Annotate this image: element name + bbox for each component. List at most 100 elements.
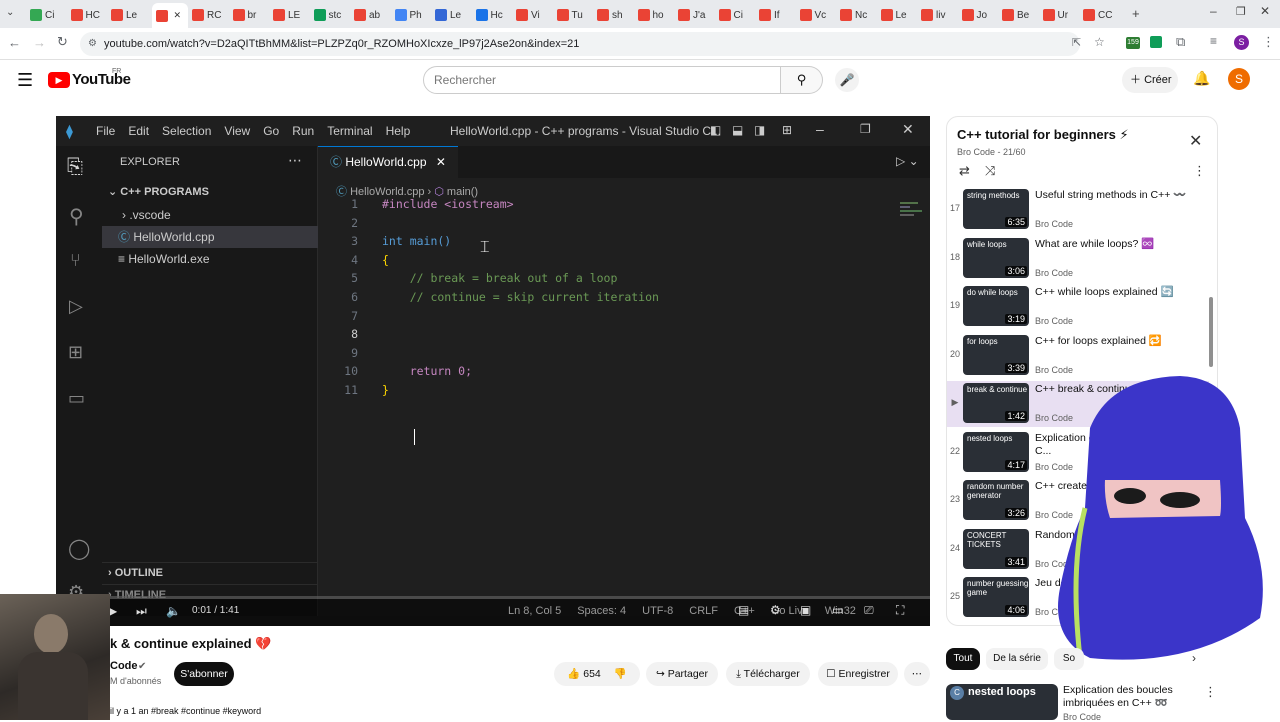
file-item[interactable]: › .vscode bbox=[102, 204, 318, 226]
browser-tab[interactable]: Le bbox=[435, 5, 473, 25]
recommended-title[interactable]: Explication des boucles imbriquées en C+… bbox=[1063, 684, 1203, 710]
browser-tab[interactable]: Ur bbox=[1042, 5, 1081, 25]
playlist-item[interactable]: 17 string methods 6:35 Useful string method… bbox=[947, 187, 1209, 233]
file-item[interactable]: ≡ HelloWorld.exe bbox=[102, 248, 318, 270]
browser-tab[interactable]: CC bbox=[1083, 5, 1121, 25]
status-item[interactable]: Spaces: 4 bbox=[577, 605, 626, 617]
source-control-icon[interactable]: ⑂ bbox=[70, 250, 81, 271]
volume-icon[interactable]: 🔈 bbox=[166, 604, 181, 618]
tab-search-icon[interactable]: ⌄ bbox=[6, 7, 14, 18]
chip-series[interactable]: De la série bbox=[986, 648, 1048, 670]
search-input[interactable]: Rechercher bbox=[423, 66, 781, 94]
download-button[interactable]: ⤓ Télécharger bbox=[726, 662, 810, 686]
media-control-icon[interactable]: ≡ bbox=[1210, 34, 1217, 48]
next-icon[interactable]: ⏭ bbox=[136, 604, 147, 619]
browser-tab[interactable]: Le bbox=[880, 5, 919, 25]
customize-layout-icon[interactable]: ⊞ bbox=[782, 123, 792, 137]
recommended-channel[interactable]: Bro Code bbox=[1063, 712, 1101, 722]
accounts-icon[interactable]: ◯ bbox=[68, 536, 90, 561]
vscode-menu-item[interactable]: Run bbox=[292, 124, 314, 138]
close-tab-icon[interactable]: ✕ bbox=[436, 155, 446, 169]
like-button[interactable]: 👍 654 bbox=[567, 668, 601, 680]
extensions-puzzle-icon[interactable]: ⧉ bbox=[1176, 34, 1185, 50]
browser-tab[interactable]: Vi bbox=[516, 5, 554, 25]
vscode-menu-item[interactable]: File bbox=[96, 124, 115, 138]
site-info-icon[interactable]: ⚙ bbox=[88, 32, 97, 56]
run-debug-icon[interactable]: ▷ bbox=[69, 296, 83, 317]
status-item[interactable]: CRLF bbox=[689, 605, 718, 617]
profile-avatar[interactable]: S bbox=[1234, 35, 1249, 50]
theater-mode-icon[interactable]: ▭ bbox=[832, 603, 843, 617]
browser-tab[interactable]: LE bbox=[273, 5, 311, 25]
video-player[interactable]: ⧫ File Edit Selection View Go Run Terminal Help… bbox=[56, 116, 930, 626]
search-button[interactable]: ⚲ bbox=[781, 66, 823, 94]
cast-icon[interactable]: ⎚ bbox=[864, 603, 874, 618]
shuffle-icon[interactable]: ⤨ bbox=[985, 163, 995, 179]
browser-tab[interactable]: Vc bbox=[799, 5, 838, 25]
browser-menu-icon[interactable]: ⋮ bbox=[1262, 34, 1275, 50]
explorer-files-icon[interactable]: ⎘ bbox=[67, 156, 83, 179]
close-playlist-icon[interactable]: ✕ bbox=[1189, 131, 1202, 151]
file-item-selected[interactable]: Ⓒ HelloWorld.cpp bbox=[102, 226, 318, 248]
browser-tab[interactable]: Ph bbox=[394, 5, 433, 25]
vscode-menu-item[interactable]: Help bbox=[386, 124, 411, 138]
recommended-more-icon[interactable]: ⋮ bbox=[1204, 684, 1217, 700]
vscode-menu-item[interactable]: View bbox=[224, 124, 250, 138]
outline-section[interactable]: › OUTLINE bbox=[102, 562, 318, 582]
browser-tab[interactable]: Be bbox=[1002, 5, 1040, 25]
bookmark-star-icon[interactable]: ☆ bbox=[1094, 35, 1105, 49]
miniplayer-icon[interactable]: ▣ bbox=[800, 603, 811, 617]
fullscreen-icon[interactable]: ⛶ bbox=[896, 603, 904, 618]
chips-next-icon[interactable]: › bbox=[1192, 651, 1196, 665]
vscode-menu-item[interactable]: Edit bbox=[128, 124, 149, 138]
vscode-menu-item[interactable]: Go bbox=[263, 124, 279, 138]
remote-explorer-icon[interactable]: ▭ bbox=[68, 388, 85, 409]
create-button[interactable]: ＋ Créer bbox=[1122, 67, 1178, 93]
status-item[interactable]: Ln 8, Col 5 bbox=[508, 605, 561, 617]
subtitles-icon[interactable]: ▤ bbox=[738, 603, 749, 617]
project-folder[interactable]: ⌄ C++ PROGRAMS bbox=[102, 182, 318, 202]
maximize-icon[interactable]: ❐ bbox=[1236, 5, 1246, 18]
close-tab-icon[interactable]: ✕ bbox=[174, 10, 182, 21]
progress-bar[interactable] bbox=[56, 596, 930, 599]
toggle-sidebar-icon[interactable]: ◧ bbox=[710, 123, 721, 137]
new-tab-button[interactable]: + bbox=[1132, 6, 1140, 21]
playlist-title[interactable]: C++ tutorial for beginners ⚡ bbox=[957, 127, 1129, 143]
editor-tab[interactable]: Ⓒ HelloWorld.cpp ✕ bbox=[318, 146, 458, 178]
run-code-icon[interactable]: ▷ ⌄ bbox=[896, 154, 919, 168]
install-icon[interactable]: ⇱ bbox=[1072, 36, 1081, 49]
explorer-more-icon[interactable]: ⋯ bbox=[288, 152, 302, 169]
share-button[interactable]: ↪ Partager bbox=[646, 662, 718, 686]
account-avatar[interactable]: S bbox=[1228, 68, 1250, 90]
more-actions-button[interactable]: ⋯ bbox=[904, 662, 930, 686]
settings-gear-icon[interactable]: ⚙ bbox=[770, 603, 781, 617]
back-icon[interactable]: ← bbox=[8, 35, 21, 50]
playlist-more-icon[interactable]: ⋮ bbox=[1193, 163, 1206, 179]
browser-tab[interactable]: Ci bbox=[30, 5, 68, 25]
vscode-menu-item[interactable]: Selection bbox=[162, 124, 211, 138]
vscode-menu-item[interactable]: Terminal bbox=[327, 124, 372, 138]
dislike-button[interactable]: 👎 bbox=[614, 668, 627, 680]
extension-icon[interactable] bbox=[1150, 36, 1162, 48]
search-icon[interactable]: ⚲ bbox=[69, 204, 84, 229]
toggle-secondary-sidebar-icon[interactable]: ◨ bbox=[754, 123, 765, 137]
vscode-restore-icon[interactable]: ❐ bbox=[860, 122, 871, 136]
browser-tab[interactable]: stc bbox=[313, 5, 352, 25]
browser-tab[interactable]: Jo bbox=[961, 5, 1000, 25]
loop-icon[interactable]: ⇄ bbox=[959, 163, 970, 179]
chip-other[interactable]: So bbox=[1054, 648, 1084, 670]
browser-tab[interactable]: Ci bbox=[718, 5, 757, 25]
extension-badge[interactable]: 159 bbox=[1126, 37, 1140, 49]
playlist-scrollbar[interactable] bbox=[1209, 297, 1213, 367]
browser-tab[interactable]: ✕ bbox=[151, 3, 188, 28]
browser-tab[interactable]: HC bbox=[70, 5, 109, 25]
vscode-minimize-icon[interactable]: – bbox=[816, 121, 824, 137]
forward-icon[interactable]: → bbox=[33, 35, 46, 50]
url-field[interactable]: ⚙ youtube.com/watch?v=D2aQITtBhMM&list=P… bbox=[80, 32, 1080, 56]
subscribe-button[interactable]: S'abonner bbox=[174, 662, 234, 686]
vscode-close-icon[interactable]: ✕ bbox=[902, 121, 914, 138]
browser-tab[interactable]: Hc bbox=[475, 5, 514, 25]
notifications-bell-icon[interactable]: 🔔 bbox=[1193, 70, 1210, 87]
youtube-logo-icon[interactable]: ▶ bbox=[48, 72, 70, 88]
save-button[interactable]: ☐ Enregistrer bbox=[818, 662, 898, 686]
